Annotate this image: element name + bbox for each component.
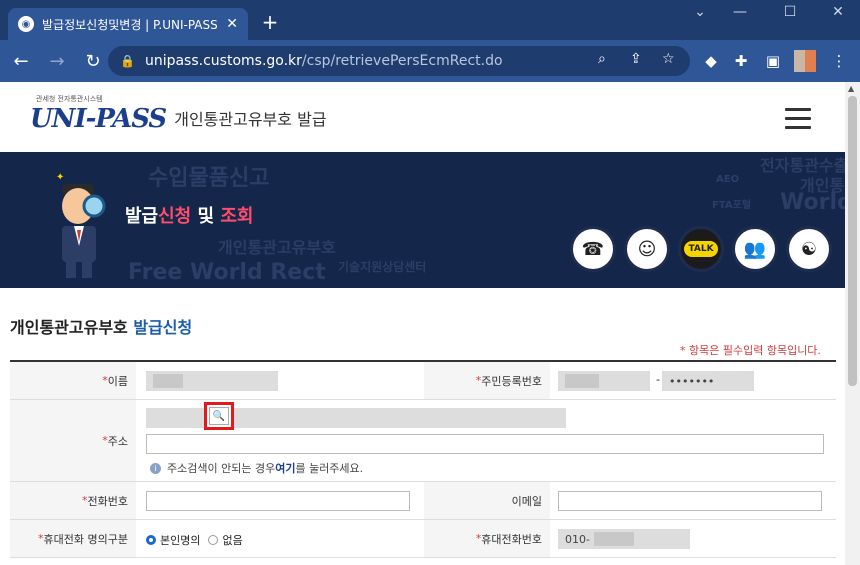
gov-emblem-icon[interactable]: ☯	[786, 226, 832, 272]
banner-title: 발급신청 및 조회	[125, 202, 253, 228]
page-content: 관세청 전자통관시스템 UNI-PASS 개인통관고유부호 발급 수입물품신고 …	[0, 82, 845, 565]
logo-mark: UNI-PASS	[30, 104, 167, 134]
application-form: * 이름 * 주민등록번호 - ••••••• * 주소 🔍 i 주소검색이 안되는 …	[10, 360, 836, 558]
radio-own-name[interactable]: 본인명의	[146, 532, 200, 548]
address-help-pre: 주소검색이 안되는 경우	[167, 462, 276, 475]
mobile-field[interactable]: 010-	[558, 529, 690, 549]
extension-gem-icon[interactable]: ◆	[700, 52, 722, 70]
globe-icon: ◉	[18, 16, 34, 32]
tab-search-icon[interactable]: ⌄	[680, 4, 720, 20]
lock-icon: 🔒	[120, 54, 135, 68]
page-title: 개인통관고유부호 발급신청	[10, 314, 192, 338]
share-icon[interactable]: ⇪	[630, 51, 642, 67]
rrn-front-field[interactable]	[558, 371, 650, 391]
url-path: /csp/retrievePersEcmRect.do	[301, 53, 503, 69]
back-button[interactable]: ←	[6, 51, 36, 72]
address-help-text: i 주소검색이 안되는 경우 여기 를 눌러주세요.	[150, 460, 363, 476]
more-menu-icon[interactable]: ⋮	[828, 52, 850, 70]
address-help-post: 를 눌러주세요.	[295, 462, 364, 475]
banner-title-highlight: 신청	[158, 206, 192, 227]
rrn-label: * 주민등록번호	[424, 362, 550, 399]
talk-label: TALK	[684, 241, 718, 257]
form-row-mobile: * 휴대전화 명의구분 본인명의 없음 * 휴대전화번호 010-	[10, 520, 836, 558]
header-title: 개인통관고유부호 발급	[174, 110, 327, 129]
name-label: * 이름	[10, 362, 136, 399]
page-title-highlight: 발급신청	[133, 318, 193, 337]
talk-icon[interactable]: TALK	[678, 226, 724, 272]
radio-none[interactable]: 없음	[208, 532, 243, 548]
banner-bg-word: 수입물품신고	[148, 166, 270, 191]
close-window-button[interactable]: ✕	[818, 4, 858, 20]
banner-bg-word: Free World Rect	[128, 260, 326, 285]
banner-bg-word: AEO	[716, 174, 740, 185]
hamburger-menu-icon[interactable]	[785, 108, 811, 135]
search-icon: 🔍	[209, 407, 229, 425]
close-tab-icon[interactable]: ✕	[226, 16, 238, 32]
form-row-name: * 이름 * 주민등록번호 - •••••••	[10, 362, 836, 400]
banner-title-part: 발급	[125, 206, 159, 227]
tab-title: 발급정보신청및변경 | P.UNI-PASS	[42, 17, 218, 32]
banner-bg-word: 기술지원상담센터	[338, 260, 427, 274]
phone-label: * 전화번호	[10, 482, 136, 519]
mascot-icon[interactable]: ☺	[624, 226, 670, 272]
hero-banner: 수입물품신고 전자통관수출 개인통 World FTA포털 Free World…	[0, 152, 845, 288]
unipass-logo[interactable]: 관세청 전자통관시스템 UNI-PASS 개인통관고유부호 발급	[30, 95, 327, 134]
extensions-icon[interactable]: ✚	[730, 52, 752, 70]
logo-subtext: 관세청 전자통관시스템	[36, 95, 103, 103]
info-icon: i	[150, 462, 161, 474]
mobile-type-radio-group: 본인명의 없음	[146, 532, 251, 548]
address-help-link[interactable]: 여기	[275, 460, 295, 476]
banner-bg-word: 개인통관고유부호	[218, 238, 336, 257]
page-scrollbar[interactable]: ▲	[845, 82, 860, 565]
banner-bg-word: World	[780, 190, 845, 215]
maximize-button[interactable]: ☐	[770, 4, 810, 20]
form-row-address: * 주소 🔍 i 주소검색이 안되는 경우 여기 를 눌러주세요.	[10, 400, 836, 482]
form-row-contact: * 전화번호 이메일	[10, 482, 836, 520]
address-bar[interactable]: 🔒 unipass.customs.go.kr/csp/retrievePers…	[108, 46, 690, 76]
forward-button[interactable]: →	[42, 51, 72, 72]
bookmark-star-icon[interactable]: ☆	[662, 51, 675, 67]
browser-tab[interactable]: ◉ 발급정보신청및변경 | P.UNI-PASS ✕	[8, 8, 248, 40]
address-search-button[interactable]: 🔍	[204, 402, 234, 430]
consult-icon[interactable]: 👥	[732, 226, 778, 272]
page-title-main: 개인통관고유부호	[10, 318, 128, 337]
url-host: unipass.customs.go.kr	[144, 53, 302, 69]
tab-strip: ◉ 발급정보신청및변경 | P.UNI-PASS ✕ + ⌄ — ☐ ✕	[0, 0, 860, 40]
minimize-button[interactable]: —	[720, 4, 760, 20]
profile-avatar[interactable]	[794, 50, 816, 72]
email-label: 이메일	[424, 482, 550, 519]
name-field[interactable]	[146, 371, 278, 391]
email-field[interactable]	[558, 491, 822, 511]
address-detail-field[interactable]	[146, 434, 824, 454]
mobile-label: * 휴대전화번호	[424, 520, 550, 557]
new-tab-button[interactable]: +	[258, 10, 282, 34]
banner-title-highlight: 조회	[220, 206, 254, 227]
banner-title-part: 및	[191, 206, 221, 227]
mobile-type-label: * 휴대전화 명의구분	[10, 520, 136, 557]
mascot-character-icon: ✦	[56, 172, 106, 278]
scrollbar-thumb[interactable]	[848, 96, 857, 386]
rrn-separator: -	[656, 373, 660, 386]
zoom-icon[interactable]: ⌕	[598, 51, 606, 67]
svg-text:✦: ✦	[56, 172, 64, 183]
rrn-back-field[interactable]: •••••••	[662, 371, 754, 391]
site-header: 관세청 전자통관시스템 UNI-PASS 개인통관고유부호 발급	[0, 82, 845, 152]
address-label: * 주소	[10, 400, 136, 481]
reload-button[interactable]: ↻	[78, 51, 108, 72]
sidebar-icon[interactable]: ▣	[762, 52, 784, 70]
required-note: * 항목은 필수입력 항목입니다.	[680, 344, 821, 357]
banner-bg-word: FTA포털	[712, 200, 752, 211]
phone-field[interactable]	[146, 491, 410, 511]
phone-icon[interactable]: ☎	[570, 226, 616, 272]
